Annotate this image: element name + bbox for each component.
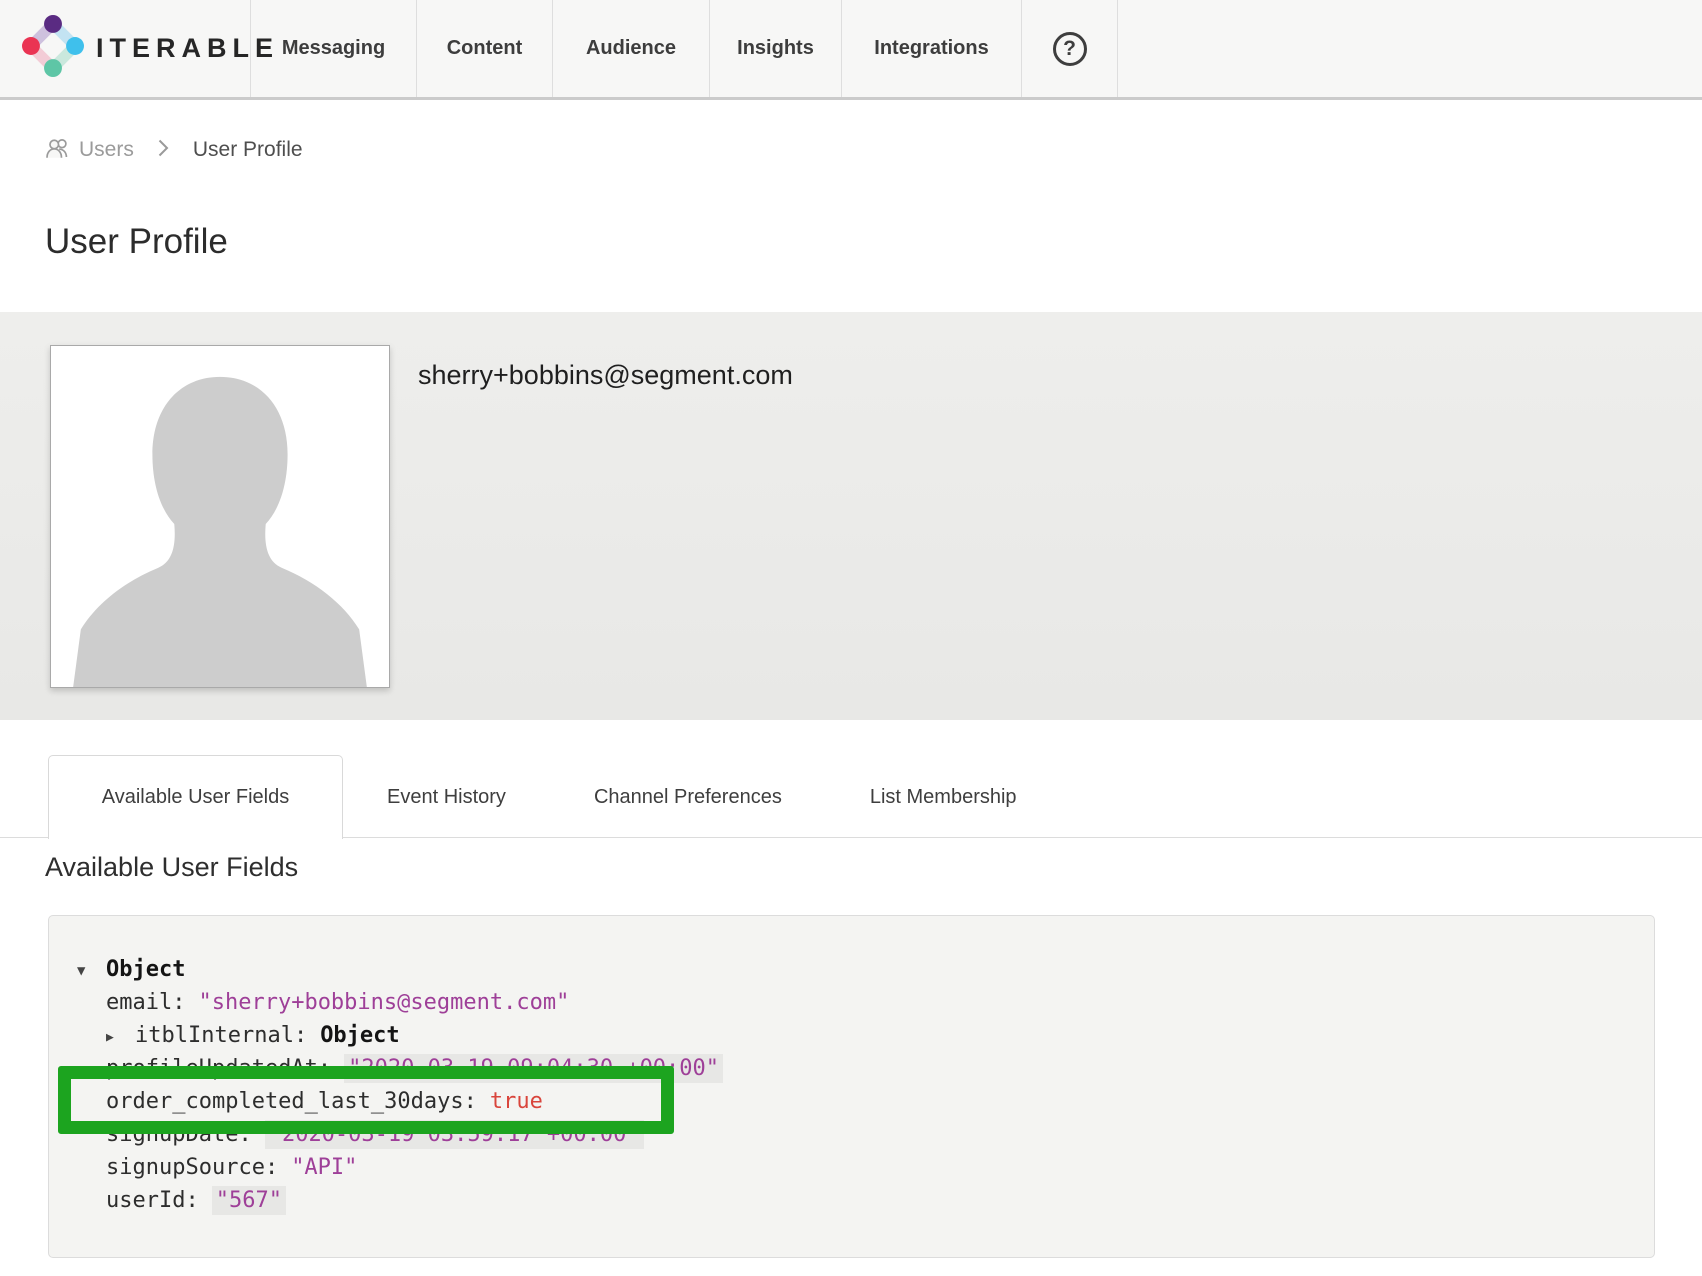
iterable-logo[interactable]: ITERABLE	[0, 0, 251, 97]
tree-row-signupsource: signupSource:"API"	[49, 1151, 1654, 1184]
breadcrumb: Users User Profile	[45, 133, 303, 167]
breadcrumb-current: User Profile	[193, 138, 303, 162]
expand-triangle-icon[interactable]: ▶	[106, 1021, 124, 1054]
nav-item-insights[interactable]: Insights	[710, 0, 842, 97]
tab-available-user-fields[interactable]: Available User Fields	[48, 755, 343, 839]
email-value: "sherry+bobbins@segment.com"	[198, 990, 569, 1015]
section-heading: Available User Fields	[45, 852, 298, 883]
breadcrumb-users-link[interactable]: Users	[79, 138, 134, 162]
tab-list-membership[interactable]: List Membership	[826, 755, 1061, 839]
signupsource-value: "API"	[291, 1155, 357, 1180]
itblinternal-value: Object	[320, 1023, 399, 1048]
tree-row-userid: userId:"567"	[49, 1184, 1654, 1217]
tree-row-email: email:"sherry+bobbins@segment.com"	[49, 986, 1654, 1019]
tree-row-itblinternal: ▶itblInternal:Object	[49, 1019, 1654, 1052]
tab-event-history[interactable]: Event History	[343, 755, 550, 839]
tree-row-object: ▼ Object	[49, 953, 1654, 986]
nav-item-audience[interactable]: Audience	[553, 0, 710, 97]
iterable-logo-icon	[22, 15, 84, 82]
tree-root-label: Object	[106, 957, 185, 982]
profile-tabs: Available User Fields Event History Chan…	[0, 755, 1702, 839]
page-title: User Profile	[45, 222, 228, 262]
tab-channel-preferences[interactable]: Channel Preferences	[550, 755, 826, 839]
nav-item-messaging[interactable]: Messaging	[251, 0, 417, 97]
avatar	[50, 345, 390, 688]
help-glyph: ?	[1063, 37, 1076, 61]
user-profile-page: ITERABLE Messaging Content Audience Insi…	[0, 0, 1702, 1276]
annotation-highlight-box	[58, 1066, 674, 1134]
userid-value: "567"	[212, 1186, 286, 1215]
profile-header: sherry+bobbins@segment.com	[0, 312, 1702, 720]
nav-item-content[interactable]: Content	[417, 0, 553, 97]
help-cell: ?	[1022, 0, 1118, 97]
top-nav: ITERABLE Messaging Content Audience Insi…	[0, 0, 1702, 100]
help-icon[interactable]: ?	[1053, 32, 1087, 66]
nav-item-integrations[interactable]: Integrations	[842, 0, 1022, 97]
chevron-right-icon	[158, 139, 169, 162]
collapse-triangle-icon[interactable]: ▼	[77, 955, 95, 988]
users-icon	[45, 137, 71, 164]
profile-email: sherry+bobbins@segment.com	[418, 360, 793, 391]
